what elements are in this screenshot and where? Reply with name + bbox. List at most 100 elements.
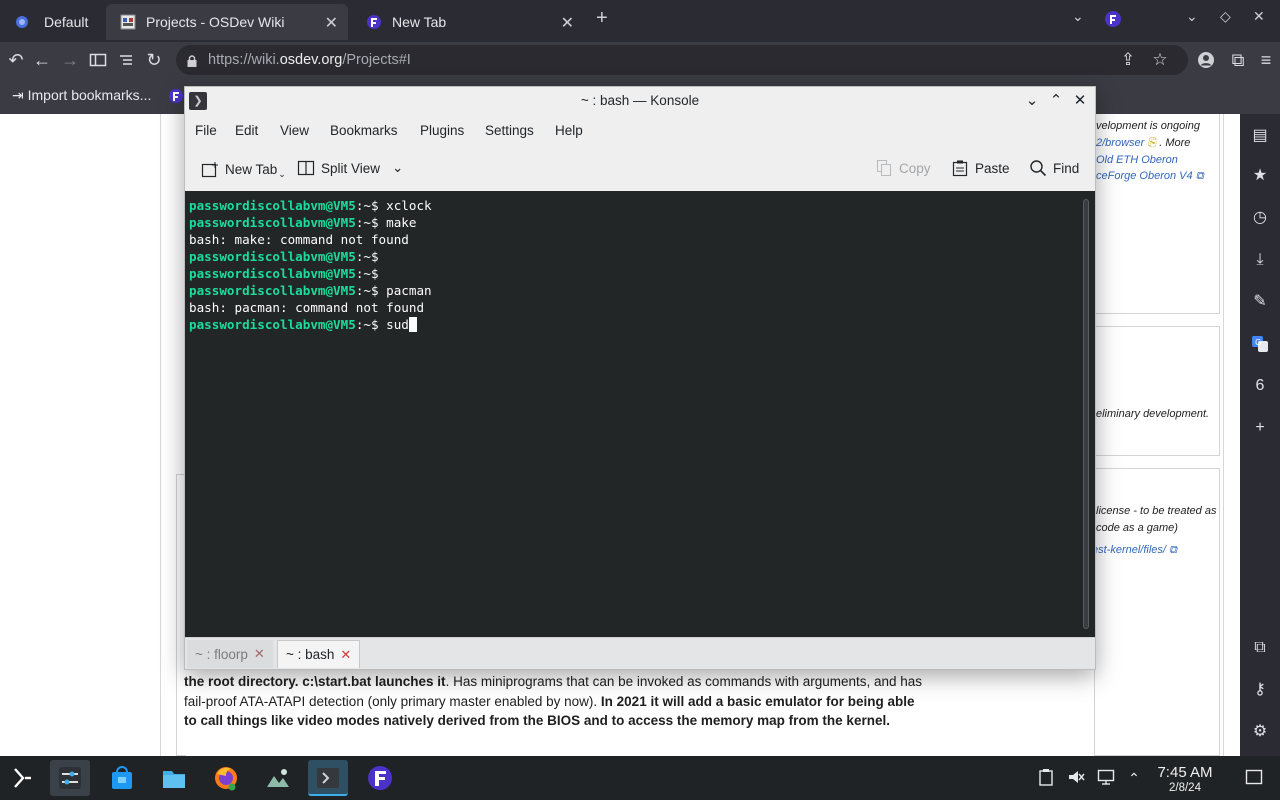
command-output: bash: make: command not found xyxy=(189,232,409,247)
shell-prompt: passwordiscollabvm@VM5 xyxy=(189,266,356,281)
chevron-down-icon[interactable]: ⌄ xyxy=(392,160,403,176)
tab-list-chevron-icon[interactable]: ⌄ xyxy=(1072,8,1084,25)
konsole-tab-bash[interactable]: ~ : bash ✕ xyxy=(277,640,361,668)
downloads-icon[interactable]: ⤓ xyxy=(1248,248,1272,272)
network-wired-icon[interactable] xyxy=(1096,768,1116,788)
browser-sidebar: ▤ ★ ◷ ⤓ ✎ G 6 + ⧉ ⚷ ⚙ xyxy=(1240,114,1280,756)
shell-prompt: passwordiscollabvm@VM5 xyxy=(189,198,356,213)
konsole-toolbar: New Tab ⌄ Split View ⌄ Copy Paste Find xyxy=(185,151,1095,187)
sixth-panel-icon[interactable]: 6 xyxy=(1248,374,1272,398)
shell-prompt: passwordiscollabvm@VM5 xyxy=(189,317,356,332)
floorp-logo-icon xyxy=(366,14,382,30)
window-menu-chevron-icon[interactable]: ⌄ xyxy=(1186,8,1198,25)
tab-new-tab[interactable]: New Tab ✕ xyxy=(352,4,584,40)
app-menu-icon[interactable]: ≡ xyxy=(1254,48,1278,72)
close-tab-icon[interactable]: ✕ xyxy=(325,13,338,33)
import-bookmarks-button[interactable]: ⇥ Import bookmarks... xyxy=(12,87,151,104)
terminal-output: passwordiscollabvm@VM5:~$ xclock password… xyxy=(189,197,432,333)
taskbar-system-settings[interactable] xyxy=(50,760,90,796)
taskbar-spectacle[interactable] xyxy=(258,760,298,796)
maximize-chevron-icon[interactable]: ⌃ xyxy=(1047,92,1065,110)
menu-file[interactable]: File xyxy=(195,123,217,138)
find-button[interactable]: Find xyxy=(1029,159,1079,177)
close-window-icon[interactable]: ✕ xyxy=(1253,8,1265,25)
new-tab-button[interactable]: + xyxy=(596,7,608,30)
minimize-chevron-icon[interactable]: ⌄ xyxy=(1023,92,1041,110)
floorp-bookmark-icon[interactable] xyxy=(168,88,184,107)
terminal-scrollbar[interactable] xyxy=(1083,199,1089,629)
new-tab-icon xyxy=(201,161,219,179)
close-tab-icon[interactable]: ✕ xyxy=(254,646,265,662)
menu-help[interactable]: Help xyxy=(555,123,583,138)
bookmarks-star-icon[interactable]: ★ xyxy=(1248,164,1272,188)
taskbar-floorp[interactable] xyxy=(360,760,400,796)
tree-style-tabs-icon[interactable] xyxy=(114,48,138,72)
extension-icon[interactable]: ⧉ xyxy=(1248,636,1272,660)
notes-pencil-icon[interactable]: ✎ xyxy=(1248,290,1272,314)
snippet-link[interactable]: ceForge Oberon V4 ⧉ xyxy=(1096,170,1204,183)
external-link-icon: ⧉ xyxy=(1169,544,1177,556)
konsole-tab-floorp[interactable]: ~ : floorp ✕ xyxy=(187,640,273,668)
snippet-link[interactable]: Old ETH Oberon xyxy=(1096,154,1178,166)
tab-label: Projects - OSDev Wiki xyxy=(146,14,285,30)
show-desktop-icon[interactable] xyxy=(1244,768,1264,788)
back-arrow-icon[interactable]: ← xyxy=(30,48,54,72)
close-tab-icon[interactable]: ✕ xyxy=(340,647,351,663)
undo-close-tab-icon[interactable]: ↶ xyxy=(4,48,28,72)
tab-osdev-projects[interactable]: Projects - OSDev Wiki ✕ xyxy=(106,4,348,40)
command-output: bash: pacman: command not found xyxy=(189,300,425,315)
close-tab-icon[interactable]: ✕ xyxy=(561,13,574,33)
taskbar-konsole[interactable] xyxy=(308,760,348,796)
spectacle-icon xyxy=(265,765,291,791)
paste-icon xyxy=(951,159,969,177)
menu-bookmarks[interactable]: Bookmarks xyxy=(330,123,398,138)
tray-expand-chevron-icon[interactable]: ⌃ xyxy=(1124,768,1144,788)
new-tab-button[interactable]: New Tab ⌄ xyxy=(201,159,286,180)
split-view-button[interactable]: Split View ⌄ xyxy=(297,159,403,177)
share-icon[interactable]: ⇪ xyxy=(1117,49,1139,71)
key-icon[interactable]: ⚷ xyxy=(1248,678,1272,702)
menu-view[interactable]: View xyxy=(280,123,309,138)
menu-plugins[interactable]: Plugins xyxy=(420,123,464,138)
taskbar-discover[interactable] xyxy=(102,760,142,796)
extensions-puzzle-icon[interactable]: ⧉ xyxy=(1226,48,1250,72)
taskbar-firefox[interactable] xyxy=(206,760,246,796)
url-bar[interactable]: https://wiki.osdev.org/Projects#I ⇪ ☆ xyxy=(176,45,1188,75)
snippet-link[interactable]: est-kernel/files/ ⧉ xyxy=(1092,544,1177,557)
paste-button[interactable]: Paste xyxy=(951,159,1010,177)
sidebar-toggle-icon[interactable] xyxy=(86,48,110,72)
snippet-link[interactable]: 2/browser ⎘ . More xyxy=(1096,137,1190,150)
account-avatar-icon[interactable] xyxy=(1194,48,1218,72)
menu-edit[interactable]: Edit xyxy=(235,123,258,138)
terminal-line: passwordiscollabvm@VM5:~$ xyxy=(189,248,432,265)
snippet-text: velopment is ongoing xyxy=(1096,120,1200,132)
lock-icon[interactable] xyxy=(187,54,197,67)
briefcase-icon[interactable]: ▤ xyxy=(1248,124,1272,148)
copy-button[interactable]: Copy xyxy=(875,159,931,177)
konsole-titlebar[interactable]: ❯ ~ : bash — Konsole ⌄ ⌃ ✕ xyxy=(185,87,1095,115)
digital-clock[interactable]: 7:45 AM 2/8/24 xyxy=(1150,764,1220,794)
project-entry-box xyxy=(1094,326,1220,456)
taskbar-dolphin[interactable] xyxy=(154,760,194,796)
clipboard-icon[interactable] xyxy=(1036,768,1056,788)
translate-icon[interactable]: G xyxy=(1248,332,1272,356)
external-link-icon: ⎘ xyxy=(1147,137,1157,149)
keep-above-icon[interactable]: ◇ xyxy=(1220,8,1231,25)
url-text[interactable]: https://wiki.osdev.org/Projects#I xyxy=(208,52,411,68)
volume-muted-icon[interactable] xyxy=(1066,768,1086,788)
import-icon: ⇥ xyxy=(12,87,24,103)
reload-icon[interactable]: ↻ xyxy=(142,48,166,72)
snippet-text: eliminary development. xyxy=(1096,408,1210,420)
terminal-area[interactable]: passwordiscollabvm@VM5:~$ xclock password… xyxy=(185,191,1095,637)
menu-settings[interactable]: Settings xyxy=(485,123,534,138)
bookmark-star-icon[interactable]: ☆ xyxy=(1149,49,1171,71)
settings-gear-icon[interactable]: ⚙ xyxy=(1248,720,1272,744)
tab-default[interactable]: Default xyxy=(0,4,104,40)
application-launcher-button[interactable] xyxy=(2,760,42,796)
floorp-account-icon[interactable] xyxy=(1104,10,1122,31)
add-panel-icon[interactable]: + xyxy=(1248,416,1272,440)
system-settings-icon xyxy=(57,765,83,791)
forward-arrow-icon[interactable]: → xyxy=(58,48,82,72)
history-clock-icon[interactable]: ◷ xyxy=(1248,206,1272,230)
close-window-icon[interactable]: ✕ xyxy=(1071,92,1089,110)
